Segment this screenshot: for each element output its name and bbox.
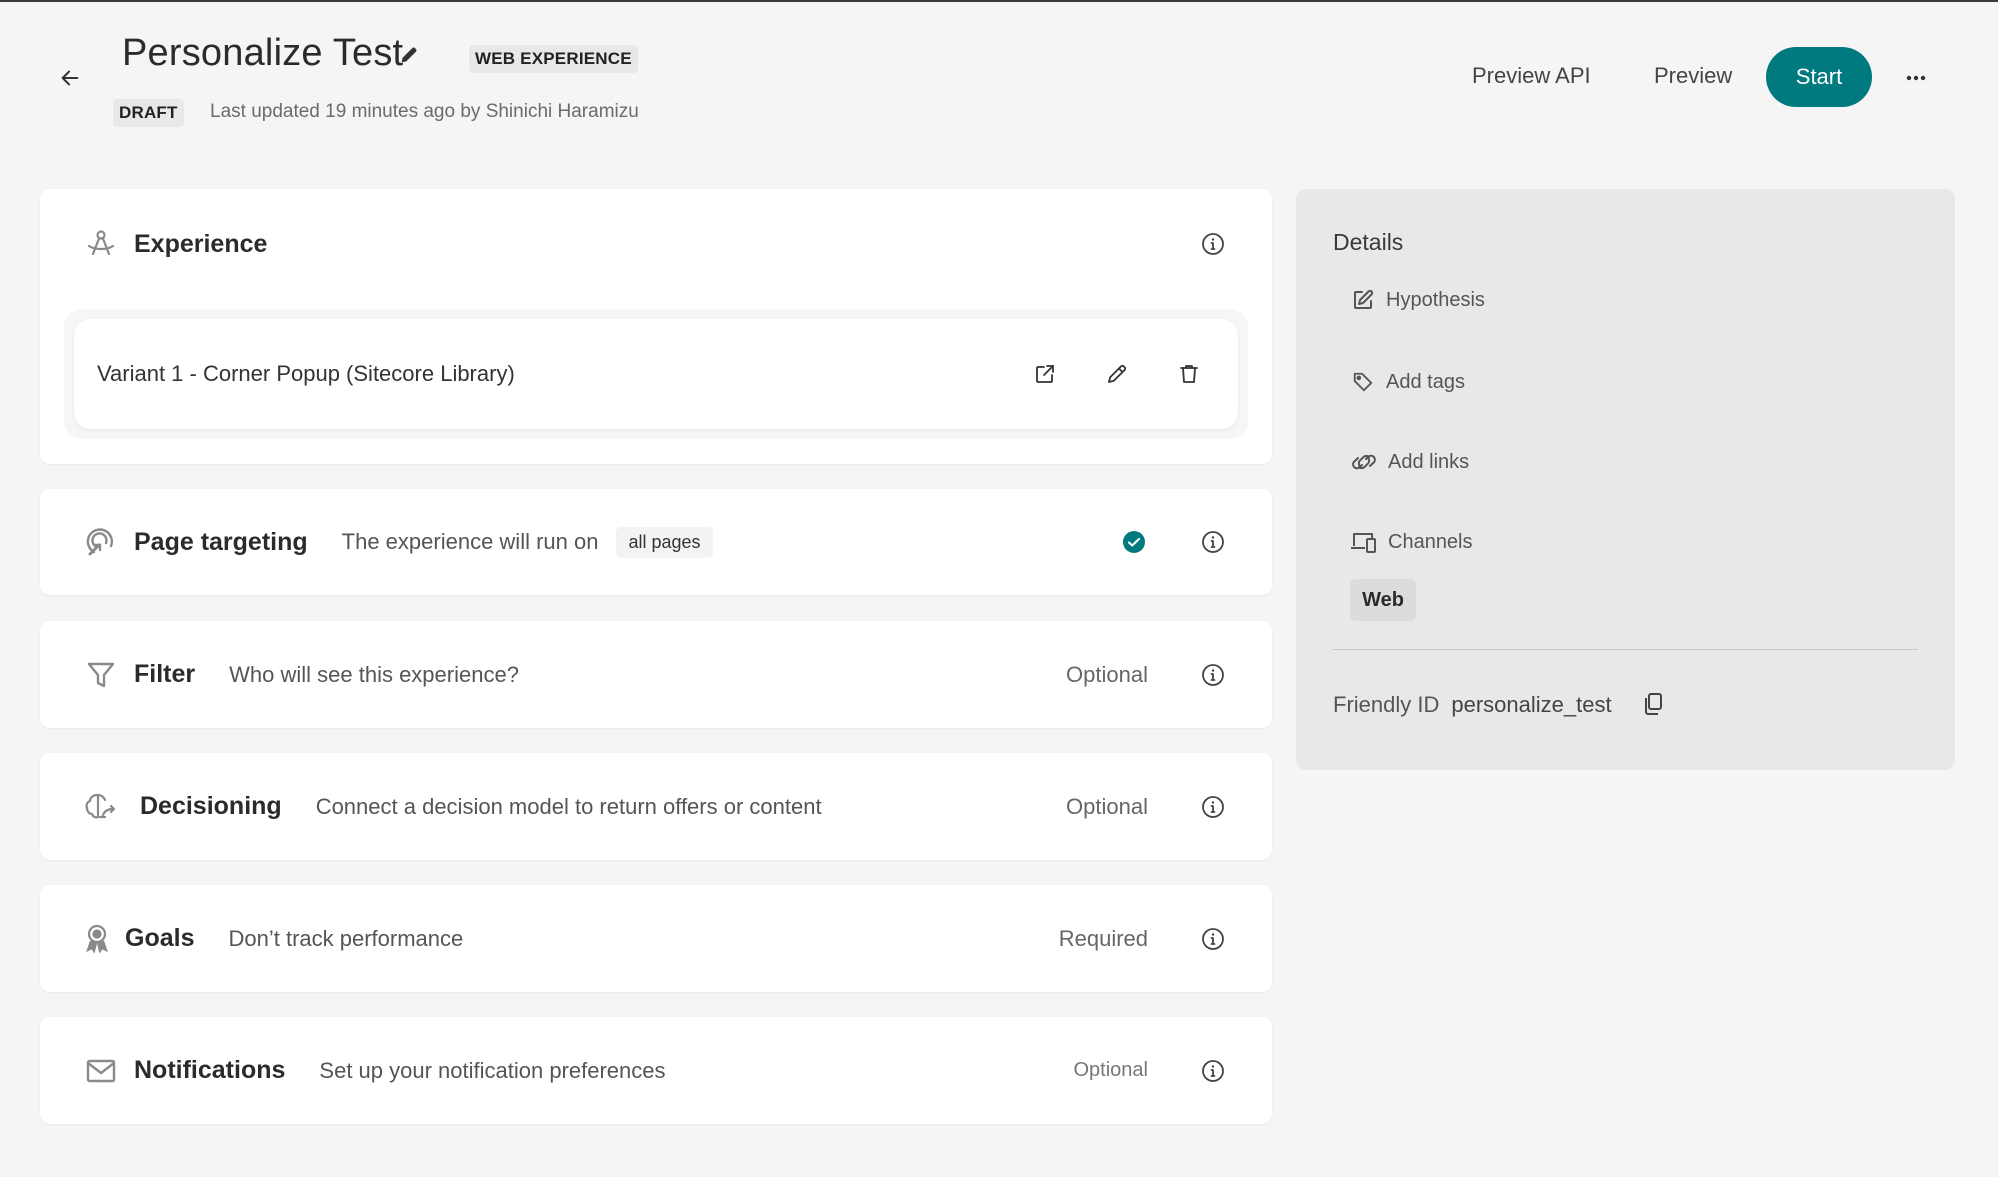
copy-button[interactable] [1642, 692, 1668, 718]
pencil-icon [1108, 364, 1127, 383]
check-circle-icon [1122, 530, 1146, 554]
edit-variant-button[interactable] [1102, 359, 1132, 389]
experience-section: Experience Variant 1 - Corner Popup (Sit… [40, 189, 1272, 464]
goals-description: Don’t track performance [228, 925, 464, 951]
variant-name: Variant 1 - Corner Popup (Sitecore Libra… [97, 361, 515, 386]
info-icon[interactable] [1200, 231, 1226, 257]
copy-icon [1644, 693, 1662, 715]
notifications-section[interactable]: Notifications Set up your notification p… [40, 1017, 1272, 1124]
channels-label: Channels [1388, 530, 1473, 553]
back-button[interactable] [54, 62, 86, 94]
info-icon[interactable] [1200, 662, 1226, 688]
external-link-icon [1036, 365, 1054, 383]
trash-icon [1180, 365, 1198, 383]
notifications-label: Notifications [134, 1056, 286, 1084]
goals-status: Required [1058, 925, 1148, 951]
filter-description: Who will see this experience? [229, 661, 519, 687]
ellipsis-icon [1906, 75, 1926, 81]
envelope-icon [84, 1054, 118, 1088]
channels-item: Channels [1350, 529, 1473, 555]
details-divider [1333, 649, 1918, 650]
decisioning-description: Connect a decision model to return offer… [315, 793, 822, 819]
filter-status: Optional [1066, 661, 1148, 687]
add-tags-button[interactable]: Add tags [1350, 369, 1465, 395]
decisioning-status: Optional [1066, 793, 1148, 819]
page-targeting-label: Page targeting [134, 527, 308, 556]
open-external-button[interactable] [1030, 359, 1060, 389]
friendly-id-value: personalize_test [1451, 692, 1612, 717]
page-title: Personalize Test [122, 32, 404, 74]
edit-square-icon [1350, 287, 1376, 313]
start-button[interactable]: Start [1766, 47, 1872, 107]
funnel-icon [84, 658, 118, 692]
page-targeting-description: The experience will run on [341, 529, 599, 554]
link-icon [1350, 449, 1378, 475]
target-pages-pill: all pages [616, 526, 713, 558]
preview-button[interactable]: Preview [1654, 63, 1732, 89]
filter-label: Filter [134, 660, 196, 688]
target-icon [84, 525, 118, 559]
info-icon[interactable] [1200, 926, 1226, 952]
hypothesis-button[interactable]: Hypothesis [1350, 287, 1485, 313]
delete-variant-button[interactable] [1174, 359, 1204, 389]
hypothesis-label: Hypothesis [1386, 288, 1485, 311]
friendly-id-label: Friendly ID [1333, 692, 1440, 717]
tag-icon [1350, 369, 1376, 395]
notifications-status: Optional [1073, 1059, 1149, 1081]
details-title: Details [1333, 229, 1404, 255]
edit-title-button[interactable] [398, 44, 422, 68]
variant-item[interactable]: Variant 1 - Corner Popup (Sitecore Libra… [74, 319, 1238, 429]
brain-icon [84, 790, 118, 824]
experience-label: Experience [134, 229, 268, 258]
decisioning-section[interactable]: Decisioning Connect a decision model to … [40, 753, 1272, 860]
devices-icon [1350, 529, 1378, 555]
variant-container: Variant 1 - Corner Popup (Sitecore Libra… [64, 309, 1248, 439]
preview-api-button[interactable]: Preview API [1472, 63, 1591, 89]
status-badge: DRAFT [113, 99, 184, 127]
award-icon [84, 922, 110, 956]
info-icon[interactable] [1200, 794, 1226, 820]
info-icon[interactable] [1200, 529, 1226, 555]
goals-label: Goals [125, 924, 195, 952]
add-links-label: Add links [1388, 450, 1470, 473]
experience-type-badge: WEB EXPERIENCE [469, 45, 638, 73]
last-updated-text: Last updated 19 minutes ago by Shinichi … [210, 101, 639, 122]
filter-section[interactable]: Filter Who will see this experience? Opt… [40, 621, 1272, 728]
decisioning-label: Decisioning [140, 792, 282, 820]
add-links-button[interactable]: Add links [1350, 449, 1469, 475]
page-targeting-section[interactable]: Page targeting The experience will run o… [40, 489, 1272, 595]
goals-section[interactable]: Goals Don’t track performance Required [40, 885, 1272, 992]
pencil-icon [401, 47, 417, 63]
arrow-left-icon [61, 70, 79, 86]
more-options-button[interactable] [1900, 62, 1932, 94]
notifications-description: Set up your notification preferences [319, 1057, 666, 1083]
channel-chip-web: Web [1350, 579, 1416, 621]
friendly-id-row: Friendly ID personalize_test [1333, 692, 1668, 718]
info-icon[interactable] [1200, 1058, 1226, 1084]
add-tags-label: Add tags [1386, 370, 1465, 393]
details-panel: Details Hypothesis Add tags Add links Ch… [1296, 189, 1955, 770]
compass-icon [84, 227, 118, 261]
